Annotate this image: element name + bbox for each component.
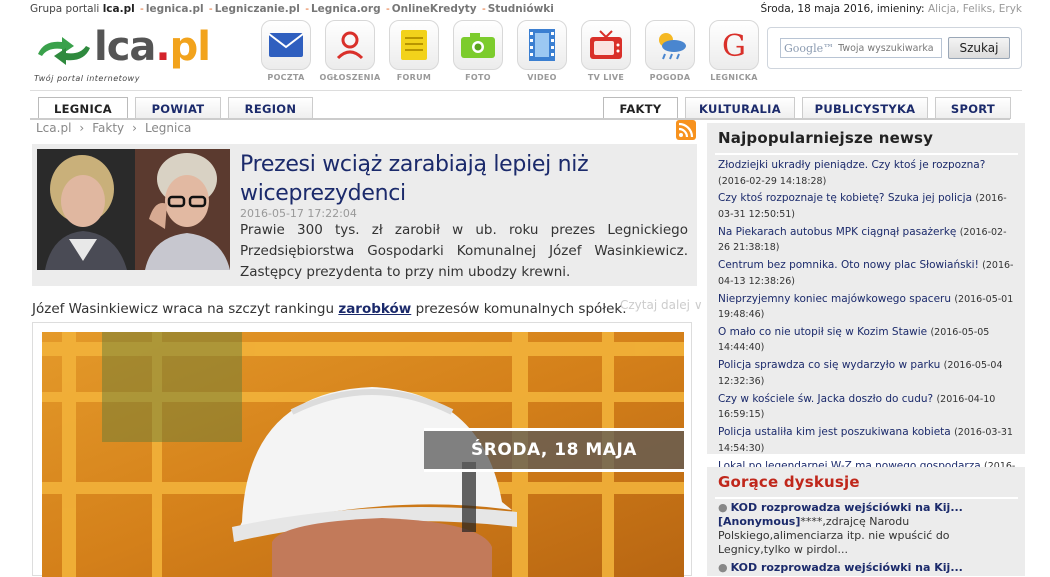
list-item[interactable]: Nieprzyjemny koniec majówkowego spaceru … (718, 292, 1018, 323)
list-item[interactable]: Policja ustaliła kim jest poszukiwana ko… (718, 425, 1018, 456)
article-title[interactable]: Prezesi wciąż zarabiają lepiej niż wicep… (240, 150, 680, 208)
tab-powiat[interactable]: POWIAT (135, 97, 221, 119)
service-ogloszenia[interactable]: OGŁOSZENIA (318, 18, 382, 82)
date-nameday: Środa, 18 maja 2016, imieniny: Alicja, F… (760, 3, 1022, 15)
service-pogoda[interactable]: POGODA (638, 18, 702, 82)
zarobkow-link[interactable]: zarobków (338, 301, 411, 317)
notepad-icon (389, 20, 439, 70)
list-item[interactable]: Centrum bez pomnika. Oto nowy plac Słowi… (718, 258, 1018, 289)
tab-sport[interactable]: SPORT (935, 97, 1011, 119)
recycle-arrows-icon (38, 37, 90, 65)
article-timestamp: 2016-05-17 17:22:04 (240, 207, 357, 220)
service-foto[interactable]: FOTO (446, 18, 510, 82)
service-video[interactable]: VIDEO (510, 18, 574, 82)
site-header: lca.pl Twój portal internetowy POCZTA OG… (0, 18, 1050, 90)
portal-link-legniczanie[interactable]: Legniczanie.pl (215, 3, 300, 15)
portal-home-link[interactable]: lca.pl (103, 3, 135, 15)
article-thumbnail[interactable] (37, 149, 230, 270)
breadcrumb-fakty[interactable]: Fakty (92, 121, 124, 135)
tab-fakty[interactable]: FAKTY (603, 97, 678, 119)
popular-news-panel: Najpopularniejsze newsy Złodziejki ukrad… (707, 123, 1025, 487)
article-lead: Prawie 300 tys. zł zarobił w ub. roku pr… (240, 222, 688, 280)
discussion-item[interactable]: ● KOD rozprowadza wejściówki na Kij... (718, 561, 1018, 575)
list-item[interactable]: Czy ktoś rozpoznaje tę kobietę? Szuka je… (718, 191, 1018, 222)
film-icon (517, 20, 567, 70)
list-item[interactable]: Czy w kościele św. Jacka doszło do cudu?… (718, 392, 1018, 423)
tabs-baseline (30, 118, 1010, 120)
lead-article: Prezesi wciąż zarabiają lepiej niż wicep… (32, 144, 697, 286)
search-input[interactable]: Google™ Twoja wyszukiwarka (780, 38, 942, 58)
breadcrumb-home[interactable]: Lca.pl (36, 121, 71, 135)
header-divider (30, 90, 1022, 91)
tab-region[interactable]: REGION (228, 97, 313, 119)
person-icon (325, 20, 375, 70)
tab-legnica[interactable]: LEGNICA (38, 97, 128, 119)
rss-icon[interactable] (676, 120, 696, 140)
logo-wordmark: lca.pl (94, 24, 211, 70)
site-logo[interactable]: lca.pl Twój portal internetowy (34, 24, 234, 86)
service-tv-live[interactable]: TV LIVE (574, 18, 638, 82)
nameday-names: Alicja, Feliks, Eryk (927, 3, 1022, 15)
list-item[interactable]: Złodziejki ukradły pieniądze. Czy ktoś j… (718, 158, 1018, 189)
search-box: Google™ Twoja wyszukiwarka Szukaj (767, 27, 1022, 69)
breadcrumb: Lca.pl › Fakty › Legnica (36, 121, 192, 135)
service-icons: POCZTA OGŁOSZENIA FORUM FOTO VIDEO TV LI… (254, 18, 766, 82)
list-item[interactable]: Policja sprawdza co się wydarzyło w park… (718, 358, 1018, 389)
portal-topbar: Grupa portali lca.pl - legnica.pl - Legnic… (0, 0, 1050, 18)
portal-link-onlinekredyty[interactable]: OnlineKredyty (392, 3, 477, 15)
logo-tagline: Twój portal internetowy (34, 74, 140, 83)
service-poczta[interactable]: POCZTA (254, 18, 318, 82)
service-legnicka[interactable]: G LEGNICKA (702, 18, 766, 82)
tab-publicystyka[interactable]: PUBLICYSTYKA (802, 97, 928, 119)
svg-text:G: G (722, 29, 746, 62)
search-placeholder: Twoja wyszukiwarka (838, 42, 934, 54)
article-intro: Józef Wasinkiewicz wraca na szczyt ranki… (32, 301, 627, 317)
article-main-photo: ŚRODA, 18 MAJA (32, 322, 692, 577)
breadcrumb-legnica[interactable]: Legnica (145, 121, 191, 135)
hot-discussions-panel: Gorące dyskusje ● KOD rozprowadza wejśció… (707, 467, 1025, 576)
discussion-heading[interactable]: KOD rozprowadza wejściówki na Kij... (731, 501, 963, 514)
weather-icon (645, 20, 695, 70)
service-forum[interactable]: FORUM (382, 18, 446, 82)
mail-icon (261, 20, 311, 70)
read-more-link[interactable]: Czytaj dalej ∨ (620, 298, 703, 312)
discussion-item[interactable]: ● KOD rozprowadza wejściówki na Kij... [A… (718, 501, 1018, 557)
camera-icon (453, 20, 503, 70)
search-button[interactable]: Szukaj (948, 37, 1010, 59)
portal-link-legnica-org[interactable]: Legnica.org (311, 3, 381, 15)
discussion-user: [Anonymous] (718, 515, 801, 528)
current-date: Środa, 18 maja 2016, imieniny: (760, 3, 925, 15)
discussion-heading[interactable]: KOD rozprowadza wejściówki na Kij... (731, 561, 963, 574)
date-banner: ŚRODA, 18 MAJA (424, 428, 684, 472)
g-letter-icon: G (709, 20, 759, 70)
tv-icon (581, 20, 631, 70)
region-tabs: LEGNICA POWIAT REGION (38, 97, 320, 119)
portal-link-legnica[interactable]: legnica.pl (146, 3, 204, 15)
hot-discussions-title: Gorące dyskusje (718, 473, 860, 491)
tab-kulturalia[interactable]: KULTURALIA (685, 97, 795, 119)
portal-label: Grupa portali (30, 3, 100, 15)
list-item[interactable]: Na Piekarach autobus MPK ciągnął pasażer… (718, 225, 1018, 256)
portal-link-studniowki[interactable]: Studniówki (488, 3, 554, 15)
popular-news-list: Złodziejki ukradły pieniądze. Czy ktoś j… (718, 158, 1018, 492)
popular-news-title: Najpopularniejsze newsy (718, 129, 934, 147)
portal-links: Grupa portali lca.pl - legnica.pl - Legnic… (30, 3, 554, 15)
category-tabs: FAKTY KULTURALIA PUBLICYSTYKA SPORT (603, 97, 1018, 119)
google-logo: Google™ (784, 41, 835, 55)
list-item[interactable]: O mało co nie utopił się w Kozim Stawie … (718, 325, 1018, 356)
